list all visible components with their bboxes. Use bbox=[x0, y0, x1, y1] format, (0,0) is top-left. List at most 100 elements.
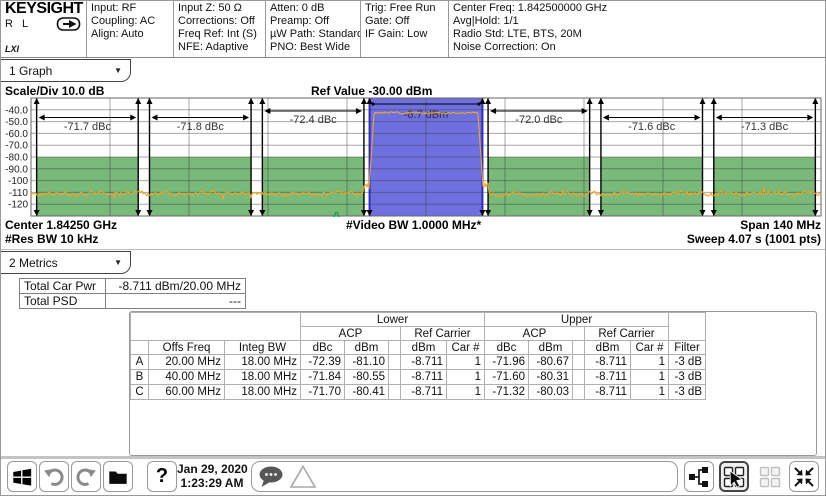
header-status-line: Input Z: 50 Ω bbox=[178, 2, 261, 15]
result-cell: -8.711 bbox=[401, 385, 447, 400]
result-cell: 1 bbox=[447, 370, 485, 385]
column-header: Car # bbox=[447, 341, 485, 355]
acp-sub-header: ACP bbox=[301, 327, 401, 341]
column-header: dBc bbox=[301, 341, 345, 355]
sitemap-icon bbox=[687, 465, 711, 489]
panel-separator bbox=[1, 249, 826, 250]
table-row: Total PSD --- bbox=[20, 294, 246, 309]
graph-window-selector[interactable]: 1 Graph ▼ bbox=[1, 59, 131, 82]
undo-icon bbox=[42, 465, 66, 489]
table-row: A20.00 MHz18.00 MHz-72.39-81.10-8.7111-7… bbox=[131, 355, 706, 370]
date-text: Jan 29, 2020 bbox=[177, 462, 247, 476]
keysight-logo: KEYSIGHT bbox=[5, 2, 82, 15]
result-cell: 1 bbox=[447, 385, 485, 400]
metrics-window-selector[interactable]: 2 Metrics ▼ bbox=[1, 251, 131, 274]
result-cell: 1 bbox=[631, 370, 669, 385]
svg-text:-72.4 dBc: -72.4 dBc bbox=[290, 114, 338, 126]
result-cell: -80.67 bbox=[529, 355, 573, 370]
svg-text:-70.0: -70.0 bbox=[5, 141, 28, 152]
remote-listen-indicator: R L bbox=[5, 18, 31, 31]
column-header: dBm bbox=[345, 341, 389, 355]
center-freq-marker: ^ bbox=[333, 209, 340, 223]
undo-button[interactable] bbox=[39, 461, 69, 492]
column-header bbox=[573, 341, 585, 355]
column-header: Car # bbox=[631, 341, 669, 355]
result-cell bbox=[389, 370, 401, 385]
result-cell: 18.00 MHz bbox=[225, 370, 301, 385]
grid-icon bbox=[758, 465, 782, 489]
column-header: dBc bbox=[485, 341, 529, 355]
svg-text:-80.0: -80.0 bbox=[5, 153, 28, 164]
result-cell: -8.711 bbox=[585, 385, 631, 400]
result-cell: -80.31 bbox=[529, 370, 573, 385]
result-cell: -3 dB bbox=[669, 355, 706, 370]
result-cell bbox=[389, 385, 401, 400]
total-psd-label: Total PSD bbox=[20, 294, 106, 309]
result-cell bbox=[573, 355, 585, 370]
header-impedance-settings: Input Z: 50 ΩCorrections: OffFreq Ref: I… bbox=[174, 1, 266, 57]
result-cell: 1 bbox=[631, 385, 669, 400]
time-text: 1:23:29 AM bbox=[177, 476, 247, 490]
result-cell: -3 dB bbox=[669, 385, 706, 400]
svg-text:-72.0 dBc: -72.0 dBc bbox=[515, 114, 563, 126]
result-cell: 40.00 MHz bbox=[149, 370, 225, 385]
file-folder-button[interactable] bbox=[103, 461, 133, 492]
offset-row-label: A bbox=[131, 355, 149, 370]
message-area[interactable] bbox=[251, 461, 678, 492]
column-header: Integ BW bbox=[225, 341, 301, 355]
header-status-line: Freq Ref: Int (S) bbox=[178, 28, 261, 41]
total-car-pwr-label: Total Car Pwr bbox=[20, 279, 106, 294]
video-bw-annotation: #Video BW 1.0000 MHz* bbox=[346, 218, 481, 232]
header-atten-settings: Atten: 0 dBPreamp: OffµW Path: StandardP… bbox=[266, 1, 361, 57]
chevron-down-icon: ▼ bbox=[114, 258, 122, 267]
acp-results-box: LowerUpperACPRef CarrierACPRef CarrierOf… bbox=[129, 311, 817, 456]
window-grid-button-disabled bbox=[755, 461, 785, 492]
svg-text:-100: -100 bbox=[8, 176, 28, 187]
table-row: Offs FreqInteg BWdBcdBmdBmCar #dBcdBmdBm… bbox=[131, 341, 706, 355]
sweep-annotation: Sweep 4.07 s (1001 pts) bbox=[687, 232, 821, 246]
y-axis-ticks: -40.0-50.0-60.0-70.0-80.0-90.0-100-110-1… bbox=[5, 105, 28, 210]
help-button[interactable]: ? bbox=[147, 461, 177, 492]
header-status-line: µW Path: Standard bbox=[270, 28, 356, 41]
toolbar: ? Jan 29, 2020 1:23:29 AM bbox=[1, 459, 826, 496]
result-cell: -71.96 bbox=[485, 355, 529, 370]
header-status-line: Center Freq: 1.842500000 GHz bbox=[453, 2, 823, 15]
column-header: dBm bbox=[585, 341, 631, 355]
layout-tree-button[interactable] bbox=[684, 461, 714, 492]
remote-listen-row: R L bbox=[5, 16, 82, 32]
question-mark-icon: ? bbox=[156, 465, 168, 488]
windows-start-button[interactable] bbox=[7, 461, 37, 492]
screen-select-button[interactable] bbox=[719, 461, 749, 492]
result-cell: -81.10 bbox=[345, 355, 389, 370]
blank-cell bbox=[131, 313, 301, 341]
chevron-down-icon: ▼ bbox=[114, 66, 122, 75]
header-status-line: IF Gain: Low bbox=[365, 28, 444, 41]
center-freq-annotation: Center 1.84250 GHz bbox=[5, 218, 117, 232]
header-status-line: Input: RF bbox=[91, 2, 169, 15]
redo-button[interactable] bbox=[71, 461, 101, 492]
result-cell: -80.41 bbox=[345, 385, 389, 400]
svg-text:-90.0: -90.0 bbox=[5, 164, 28, 175]
spectrum-graph: -40.0-50.0-60.0-70.0-80.0-90.0-100-110-1… bbox=[1, 96, 826, 223]
collapse-arrows-icon bbox=[792, 465, 816, 489]
collapse-view-button[interactable] bbox=[789, 461, 819, 492]
result-cell bbox=[573, 385, 585, 400]
result-cell: 1 bbox=[631, 355, 669, 370]
svg-text:-120: -120 bbox=[8, 200, 28, 211]
header-status-line: Noise Correction: On bbox=[453, 41, 823, 54]
header-status-line: Gate: Off bbox=[365, 15, 444, 28]
total-power-table: Total Car Pwr -8.711 dBm/20.00 MHz Total… bbox=[19, 278, 246, 309]
svg-text:-60.0: -60.0 bbox=[5, 129, 28, 140]
svg-text:-71.7 dBc: -71.7 dBc bbox=[64, 121, 112, 133]
header-status-line: NFE: Adaptive bbox=[178, 41, 261, 54]
ref-carrier-sub-header: Ref Carrier bbox=[401, 327, 485, 341]
total-psd-value: --- bbox=[106, 294, 246, 309]
folder-icon bbox=[107, 466, 129, 488]
result-cell: 18.00 MHz bbox=[225, 385, 301, 400]
svg-text:-110: -110 bbox=[9, 188, 29, 199]
column-header: dBm bbox=[401, 341, 447, 355]
screen-select-hand-icon bbox=[722, 465, 746, 489]
table-row: Total Car Pwr -8.711 dBm/20.00 MHz bbox=[20, 279, 246, 294]
brand-cell: KEYSIGHT R L LXI bbox=[1, 1, 87, 57]
result-cell: -71.32 bbox=[485, 385, 529, 400]
